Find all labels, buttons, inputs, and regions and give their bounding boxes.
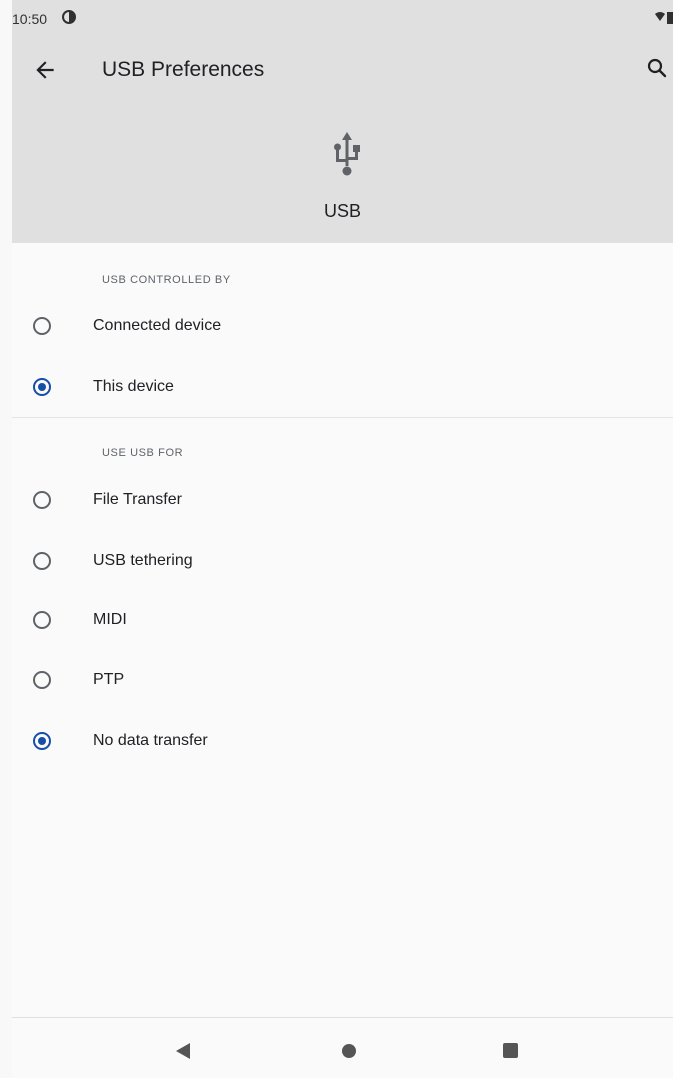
option-label: PTP <box>93 671 125 688</box>
option-file-transfer[interactable]: File Transfer <box>12 472 673 532</box>
option-ptp[interactable]: PTP <box>12 652 673 712</box>
usb-icon <box>334 132 360 176</box>
page-title: USB Preferences <box>102 58 265 81</box>
radio-button-selected[interactable] <box>33 378 51 396</box>
screen: 10:50 USB Preferences USB USB CONTROLLED… <box>12 0 673 1078</box>
section-header-use-usb-for: USE USB FOR <box>102 447 184 459</box>
navigation-bar <box>12 1017 673 1078</box>
nav-recents-icon[interactable] <box>503 1043 518 1058</box>
option-usb-tethering[interactable]: USB tethering <box>12 533 673 593</box>
section-divider <box>12 417 673 418</box>
option-midi[interactable]: MIDI <box>12 592 673 652</box>
battery-icon <box>667 12 673 24</box>
nav-home-icon[interactable] <box>342 1044 356 1058</box>
radio-button[interactable] <box>33 317 51 335</box>
option-label: Connected device <box>93 317 222 334</box>
section-header-controlled-by: USB CONTROLLED BY <box>102 274 231 286</box>
radio-button[interactable] <box>33 552 51 570</box>
option-connected-device[interactable]: Connected device <box>12 298 673 358</box>
option-label: USB tethering <box>93 552 193 569</box>
nav-back-icon[interactable] <box>176 1043 190 1059</box>
radio-button-selected[interactable] <box>33 732 51 750</box>
app-bar: 10:50 USB Preferences USB <box>12 0 673 243</box>
option-no-data-transfer[interactable]: No data transfer <box>12 713 673 773</box>
option-label: MIDI <box>93 611 127 628</box>
notification-app-icon <box>62 10 76 24</box>
status-indicators <box>655 12 673 24</box>
option-label: This device <box>93 378 174 395</box>
option-label: File Transfer <box>93 491 182 508</box>
option-this-device[interactable]: This device <box>12 359 673 419</box>
radio-button[interactable] <box>33 491 51 509</box>
wifi-icon <box>655 12 665 21</box>
search-icon[interactable] <box>645 56 669 80</box>
back-arrow-icon[interactable] <box>32 57 58 83</box>
status-time: 10:50 <box>12 11 48 27</box>
usb-label: USB <box>323 201 361 221</box>
radio-button[interactable] <box>33 671 51 689</box>
option-label: No data transfer <box>93 732 208 749</box>
radio-button[interactable] <box>33 611 51 629</box>
